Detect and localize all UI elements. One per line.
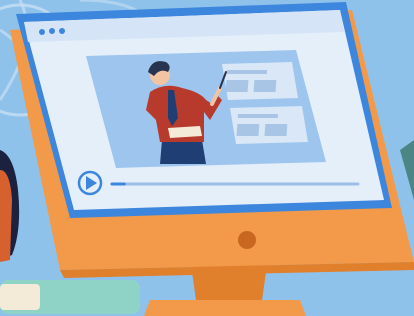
student-figure [0, 150, 20, 262]
illustration [0, 0, 414, 316]
monitor-illustration [0, 0, 414, 316]
power-button [238, 231, 256, 249]
video-area [86, 50, 326, 168]
book [0, 280, 140, 314]
